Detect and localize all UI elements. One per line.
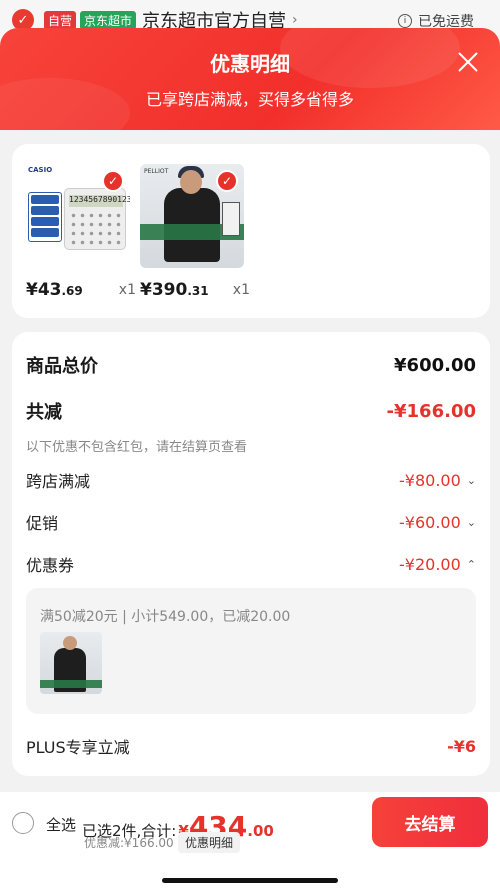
reduce-value: -¥166.00: [386, 400, 476, 422]
checkout-button[interactable]: 去结算: [372, 797, 488, 847]
checkmark-icon[interactable]: ✓: [216, 170, 238, 192]
checkmark-icon[interactable]: ✓: [102, 170, 124, 192]
jd-supermarket-tag: 京东超市: [80, 10, 137, 30]
promo-band: [40, 680, 102, 688]
calculator-screen: 1234567890123: [69, 195, 130, 207]
jacket-thumbnail: [40, 632, 102, 694]
cross-store-row[interactable]: 跨店满减 -¥80.00 ⌄: [26, 468, 476, 492]
coupon-label: 优惠券: [26, 556, 75, 575]
price-decimal: .69: [61, 284, 83, 298]
model-head: [180, 170, 202, 194]
chevron-up-icon[interactable]: ⌃: [467, 558, 476, 571]
product-price: ¥43 .69 x1: [26, 280, 136, 300]
product-quantity: x1: [118, 282, 136, 298]
discount-note: 以下优惠不包含红包，请在结算页查看: [26, 440, 248, 455]
reduce-label: 共减: [26, 402, 62, 423]
price-decimal: .31: [187, 284, 209, 298]
product-item[interactable]: CASIO 1234567890123 ✓ ¥43 .69 x1: [26, 164, 136, 300]
promotion-row[interactable]: 促销 -¥60.00 ⌄: [26, 510, 476, 534]
promotion-amount: -¥60.00: [399, 512, 461, 532]
sheet-subtitle: 已享跨店满减，买得多省得多: [145, 90, 354, 109]
coupon-amount: -¥20.00: [399, 554, 461, 574]
plus-label: PLUS专享立减: [26, 738, 130, 757]
products-card: CASIO 1234567890123 ✓ ¥43 .69 x1 PELLIOT: [12, 144, 490, 318]
plus-row: PLUS专享立减 -¥6: [26, 734, 476, 758]
coupon-value: -¥20.00 ⌃: [399, 555, 476, 574]
sheet-header: 优惠明细 已享跨店满减，买得多省得多: [0, 28, 500, 148]
chevron-down-icon[interactable]: ⌄: [467, 516, 476, 529]
coupon-detail-text: 满50减20元 | 小计549.00，已减20.00: [40, 609, 291, 625]
price-main: ¥43: [26, 280, 62, 300]
calculator-product-image: CASIO 1234567890123 ✓: [26, 164, 130, 268]
cross-store-label: 跨店满减: [26, 472, 91, 491]
product-quantity: x1: [232, 282, 250, 298]
discount-detail-sheet: 优惠明细 已享跨店满减，买得多省得多 CASIO 1234567890123 ✓…: [0, 28, 500, 896]
total-value: ¥600.00: [394, 354, 476, 376]
product-badge: [28, 192, 62, 242]
brand-logo: CASIO: [28, 166, 53, 174]
brand-logo: PELLIOT: [144, 168, 169, 175]
promotion-value: -¥60.00 ⌄: [399, 513, 476, 532]
product-tags: [222, 202, 240, 236]
total-label: 商品总价: [26, 356, 98, 377]
sheet-title: 优惠明细: [210, 52, 290, 76]
coupon-detail-box: 满50减20元 | 小计549.00，已减20.00: [26, 588, 476, 714]
plus-value: -¥6: [447, 736, 476, 756]
model-head: [63, 636, 77, 650]
discount-detail-button[interactable]: 优惠明细: [178, 832, 241, 853]
price-main: ¥390: [140, 280, 188, 300]
chevron-down-icon[interactable]: ⌄: [467, 474, 476, 487]
chevron-right-icon: ›: [292, 12, 298, 28]
select-all-label[interactable]: 全选: [46, 814, 76, 835]
close-icon[interactable]: [456, 50, 480, 74]
jacket-product-image: PELLIOT ✓: [140, 164, 244, 268]
self-operated-tag: 自营: [44, 10, 77, 30]
calculator-keys: [69, 211, 123, 247]
info-icon: i: [398, 14, 412, 28]
total-decimal: .00: [247, 822, 274, 840]
promotion-label: 促销: [26, 514, 59, 533]
home-indicator: [162, 878, 338, 883]
product-item[interactable]: PELLIOT ✓ ¥390 .31 x1: [140, 164, 250, 300]
discount-amount-text: 优惠减:¥166.00: [84, 836, 174, 850]
select-all-radio[interactable]: [12, 812, 34, 834]
cross-store-value: -¥80.00 ⌄: [399, 471, 476, 490]
total-row: 商品总价 ¥600.00: [26, 352, 476, 378]
discount-summary-card: 商品总价 ¥600.00 共减 -¥166.00 以下优惠不包含红包，请在结算页…: [12, 332, 490, 776]
product-price: ¥390 .31 x1: [140, 280, 250, 300]
coupon-row[interactable]: 优惠券 -¥20.00 ⌃: [26, 552, 476, 576]
reduce-row: 共减 -¥166.00: [26, 398, 476, 424]
cross-store-amount: -¥80.00: [399, 470, 461, 490]
calculator-illustration: 1234567890123: [64, 188, 130, 250]
